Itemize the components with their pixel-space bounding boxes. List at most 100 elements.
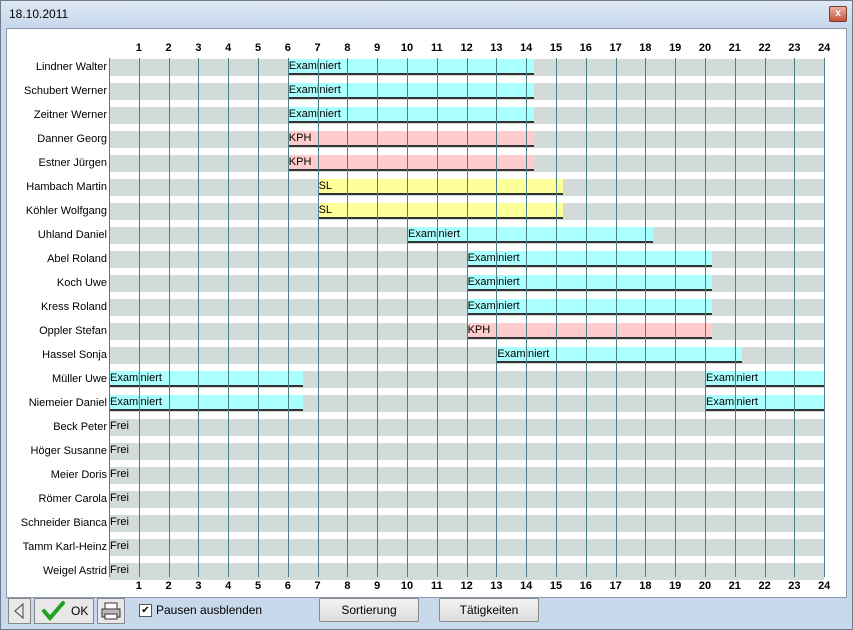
bottom-hour-label: 18 [639, 580, 652, 592]
bottom-hour-label: 2 [165, 580, 172, 592]
hour-gridline [526, 58, 527, 577]
tasks-button[interactable]: Tätigkeiten [439, 598, 539, 622]
bottom-hour-label: 15 [549, 580, 563, 592]
sort-button[interactable]: Sortierung [319, 598, 419, 622]
employee-name: Köhler Wolfgang [25, 205, 107, 217]
employee-name: Kress Roland [40, 301, 107, 313]
hour-gridline [645, 58, 646, 577]
employee-name: Schneider Bianca [20, 517, 107, 529]
hour-gridline [109, 58, 110, 577]
hour-gridline [258, 58, 259, 577]
bottom-hour-label: 17 [609, 580, 622, 592]
hour-gridline [616, 58, 617, 577]
bottom-hour-label: 12 [460, 580, 473, 592]
bottom-hour-label: 9 [374, 580, 381, 592]
top-hour-label: 9 [374, 42, 381, 54]
employee-name: Meier Doris [50, 469, 107, 481]
top-hour-label: 8 [344, 42, 351, 54]
employee-name: Hassel Sonja [42, 349, 107, 361]
hour-gridline [407, 58, 408, 577]
employee-name: Weigel Astrid [43, 565, 107, 577]
employee-name: Niemeier Daniel [28, 397, 107, 409]
hour-gridline [496, 58, 497, 577]
hour-gridline [318, 58, 319, 577]
bottom-hour-label: 22 [758, 580, 771, 592]
employee-name: Oppler Stefan [39, 325, 107, 337]
bottom-hour-label: 24 [818, 580, 831, 592]
ok-label: OK [71, 604, 89, 618]
title-bar: 18.10.2011 x [1, 1, 852, 27]
bottom-hour-label: 19 [669, 580, 682, 592]
hour-gridline [556, 58, 557, 577]
top-hour-label: 20 [698, 42, 712, 54]
hide-breaks-label: Pausen ausblenden [156, 603, 263, 617]
top-hour-label: 14 [520, 42, 533, 54]
top-hour-label: 13 [490, 42, 503, 54]
shift-bar[interactable]: Frei [109, 563, 139, 579]
top-hour-label: 10 [400, 42, 414, 54]
top-hour-label: 22 [758, 42, 771, 54]
shift-bar[interactable]: Frei [109, 467, 139, 483]
footer-toolbar: OK ✔ Pausen ausblenden Sortierung Tätigk… [1, 597, 852, 629]
hour-gridline [288, 58, 289, 577]
top-hour-label: 17 [609, 42, 622, 54]
bottom-hour-label: 4 [225, 580, 232, 592]
bottom-hour-label: 23 [788, 580, 801, 592]
employee-name: Schubert Werner [24, 85, 107, 97]
bottom-hour-label: 21 [728, 580, 741, 592]
bottom-hour-label: 16 [579, 580, 592, 592]
ok-button[interactable]: OK [34, 598, 94, 624]
hour-gridline [437, 58, 438, 577]
bottom-hour-label: 10 [400, 580, 414, 592]
top-hour-label: 4 [225, 42, 232, 54]
employee-name: Lindner Walter [35, 61, 107, 73]
shift-bar[interactable]: Frei [109, 539, 139, 555]
hour-gridline [586, 58, 587, 577]
employee-name: Hambach Martin [26, 181, 107, 193]
top-hour-label: 3 [195, 42, 202, 54]
close-button[interactable]: x [829, 6, 847, 22]
employee-name: Tamm Karl-Heinz [22, 541, 107, 553]
employee-name: Müller Uwe [51, 373, 107, 385]
bottom-hour-label: 11 [430, 580, 443, 592]
hour-gridline [824, 58, 825, 577]
top-hour-label: 1 [135, 42, 142, 54]
bottom-hour-label: 6 [284, 580, 291, 592]
hour-gridline [794, 58, 795, 577]
employee-name: Römer Carola [38, 493, 107, 505]
bottom-hour-label: 3 [195, 580, 202, 592]
hour-gridline [198, 58, 199, 577]
back-button[interactable] [8, 598, 31, 624]
employee-name: Uhland Daniel [37, 229, 107, 241]
schedule-window: 18.10.2011 x 1 2 3 4 5 6 7 8 9 10 11 12 13 14 15 16 17 18… [0, 0, 853, 630]
shift-bar[interactable]: Frei [109, 515, 139, 531]
top-hour-label: 24 [818, 42, 831, 54]
top-hour-label: 2 [165, 42, 172, 54]
bottom-hour-label: 1 [135, 580, 142, 592]
green-check-icon [42, 601, 65, 622]
triangle-left-icon [14, 602, 24, 620]
bottom-hour-label: 5 [254, 580, 262, 592]
window-title: 18.10.2011 [9, 7, 69, 21]
top-hour-label: 11 [430, 42, 443, 54]
employee-name: Beck Peter [53, 421, 107, 433]
bottom-hour-label: 13 [490, 580, 503, 592]
hour-gridline [467, 58, 468, 577]
shift-bar[interactable]: Frei [109, 443, 139, 459]
schedule-grid: Examiniert Examiniert Examiniert KPH KPH SL SL… [109, 58, 825, 580]
top-hour-label: 18 [639, 42, 652, 54]
print-button[interactable] [97, 598, 125, 624]
shift-bar[interactable]: Frei [109, 491, 139, 507]
top-hour-label: 21 [728, 42, 741, 54]
top-hour-label: 5 [254, 42, 262, 54]
employee-name: Estner Jürgen [38, 157, 107, 169]
printer-icon [101, 602, 121, 620]
bottom-hour-label: 20 [698, 580, 712, 592]
top-hour-label: 23 [788, 42, 801, 54]
top-hour-label: 19 [669, 42, 682, 54]
employee-name: Danner Georg [37, 133, 107, 145]
employee-name: Koch Uwe [56, 277, 107, 289]
top-hour-label: 12 [460, 42, 473, 54]
hide-breaks-checkbox[interactable]: ✔ [139, 604, 152, 617]
shift-bar[interactable]: Frei [109, 419, 139, 435]
